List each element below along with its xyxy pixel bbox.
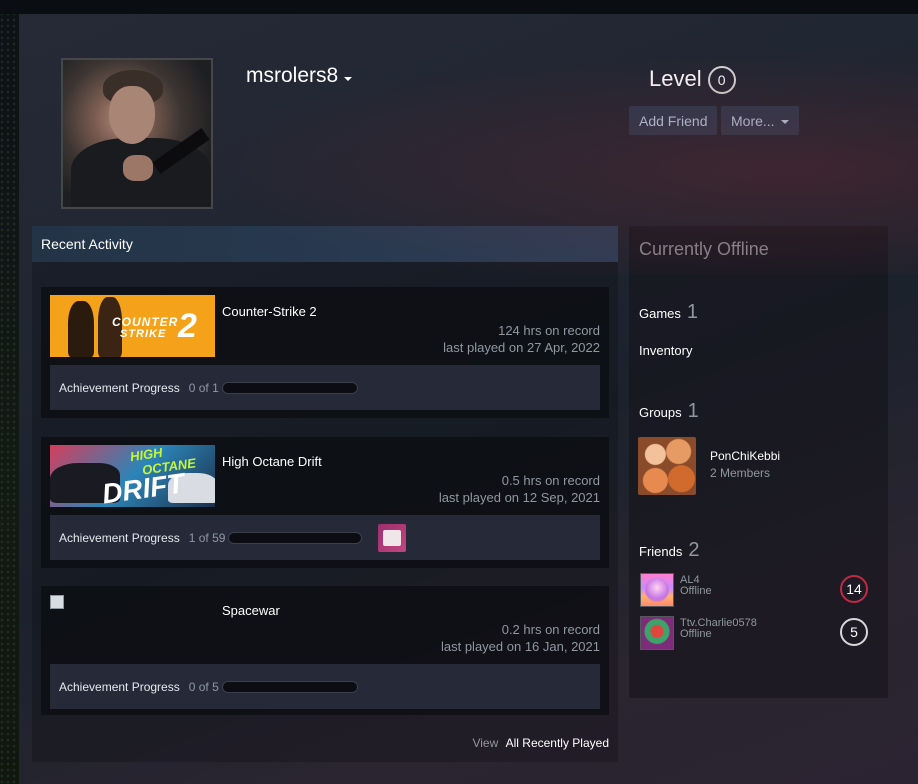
games-label: Games bbox=[639, 306, 681, 321]
achievement-progress-bar bbox=[221, 680, 358, 693]
view-all-recently-played-link[interactable]: View All Recently Played bbox=[472, 736, 609, 750]
recent-activity-header: Recent Activity bbox=[32, 226, 618, 262]
view-label: View bbox=[472, 736, 499, 750]
level-badge: 0 bbox=[707, 66, 736, 94]
group-members: 2 Members bbox=[710, 466, 771, 480]
level-label: Level bbox=[649, 66, 702, 91]
level-display: Level 0 bbox=[649, 64, 736, 94]
broken-image-icon[interactable] bbox=[50, 594, 215, 656]
capsule-text: STRIKE bbox=[120, 328, 167, 340]
friend-entry[interactable]: AL4 Offline 14 bbox=[640, 573, 878, 607]
friends-count: 2 bbox=[688, 539, 700, 561]
achievement-progress[interactable]: Achievement Progress 1 of 59 bbox=[50, 515, 600, 560]
groups-label: Groups bbox=[639, 405, 682, 420]
game-entry: HIGH OCTANE DRIFT High Octane Drift 0.5 … bbox=[41, 437, 609, 568]
friend-entry[interactable]: Ttv.Charlie0578 Offline 5 bbox=[640, 616, 878, 650]
more-button[interactable]: More... bbox=[721, 106, 799, 135]
username-dropdown[interactable]: msrolers8 bbox=[246, 64, 353, 88]
games-link[interactable]: Games 1 bbox=[639, 301, 698, 324]
friends-link[interactable]: Friends 2 bbox=[639, 539, 699, 562]
achievement-progress-bar bbox=[221, 381, 358, 394]
groups-count: 1 bbox=[687, 400, 699, 422]
achievement-progress[interactable]: Achievement Progress 0 of 5 bbox=[50, 664, 600, 709]
achievement-icon[interactable] bbox=[378, 523, 407, 552]
game-last-played: last played on 16 Jan, 2021 bbox=[440, 639, 600, 654]
recent-activity-panel: Recent Activity COUNTER STRIKE 2 Counter… bbox=[32, 226, 618, 762]
all-recently-played-label: All Recently Played bbox=[505, 736, 609, 750]
game-last-played: last played on 27 Apr, 2022 bbox=[443, 340, 600, 355]
game-name[interactable]: Spacewar bbox=[222, 603, 280, 618]
achievement-progress-bar bbox=[228, 531, 363, 544]
chevron-down-icon bbox=[780, 119, 789, 124]
achievement-count: 1 of 59 bbox=[188, 530, 226, 545]
friend-status: Offline bbox=[680, 628, 712, 640]
add-friend-label: Add Friend bbox=[639, 112, 708, 129]
group-name: PonChiKebbi bbox=[710, 449, 781, 463]
friend-avatar bbox=[640, 573, 674, 607]
game-name[interactable]: High Octane Drift bbox=[222, 454, 322, 469]
friend-avatar bbox=[640, 616, 674, 650]
friends-label: Friends bbox=[639, 544, 683, 559]
achievement-count: 0 of 5 bbox=[188, 679, 219, 694]
add-friend-button[interactable]: Add Friend bbox=[629, 106, 718, 135]
game-hours: 124 hrs on record bbox=[498, 323, 600, 338]
avatar-image bbox=[63, 60, 211, 207]
achievement-count: 0 of 1 bbox=[188, 380, 219, 395]
username: msrolers8 bbox=[246, 64, 339, 87]
game-hours: 0.5 hrs on record bbox=[501, 473, 600, 488]
game-entry: Spacewar 0.2 hrs on record last played o… bbox=[41, 586, 609, 715]
games-count: 1 bbox=[686, 301, 699, 323]
more-label: More... bbox=[731, 112, 775, 129]
friend-level-badge: 5 bbox=[840, 618, 868, 646]
inventory-link[interactable]: Inventory bbox=[639, 343, 692, 358]
chevron-down-icon bbox=[344, 77, 353, 81]
game-entry: COUNTER STRIKE 2 Counter-Strike 2 124 hr… bbox=[41, 287, 609, 418]
game-capsule-cs2[interactable]: COUNTER STRIKE 2 bbox=[50, 295, 215, 357]
recent-activity-title: Recent Activity bbox=[41, 236, 133, 252]
profile-avatar[interactable] bbox=[61, 58, 213, 209]
capsule-text: 2 bbox=[178, 307, 197, 345]
capsule-text: COUNTER bbox=[112, 315, 179, 329]
friend-level-badge: 14 bbox=[840, 575, 868, 603]
achievement-label: Achievement Progress bbox=[59, 380, 180, 395]
achievement-progress[interactable]: Achievement Progress 0 of 1 bbox=[50, 365, 600, 410]
game-hours: 0.2 hrs on record bbox=[501, 622, 600, 637]
profile-page: msrolers8 Level 0 Add Friend More... Rec… bbox=[19, 14, 918, 784]
achievement-label: Achievement Progress bbox=[59, 530, 180, 545]
game-name[interactable]: Counter-Strike 2 bbox=[222, 304, 317, 319]
groups-link[interactable]: Groups 1 bbox=[639, 400, 699, 423]
top-strip bbox=[0, 0, 918, 14]
achievement-label: Achievement Progress bbox=[59, 679, 180, 694]
game-last-played: last played on 12 Sep, 2021 bbox=[438, 490, 600, 505]
group-avatar bbox=[638, 437, 696, 495]
game-capsule-high-octane-drift[interactable]: HIGH OCTANE DRIFT bbox=[50, 445, 215, 507]
profile-sidebar: Currently Offline Games 1 Inventory Grou… bbox=[629, 226, 888, 698]
friend-status: Offline bbox=[680, 585, 712, 597]
online-status: Currently Offline bbox=[639, 239, 769, 259]
group-entry[interactable]: PonChiKebbi 2 Members bbox=[638, 437, 780, 495]
